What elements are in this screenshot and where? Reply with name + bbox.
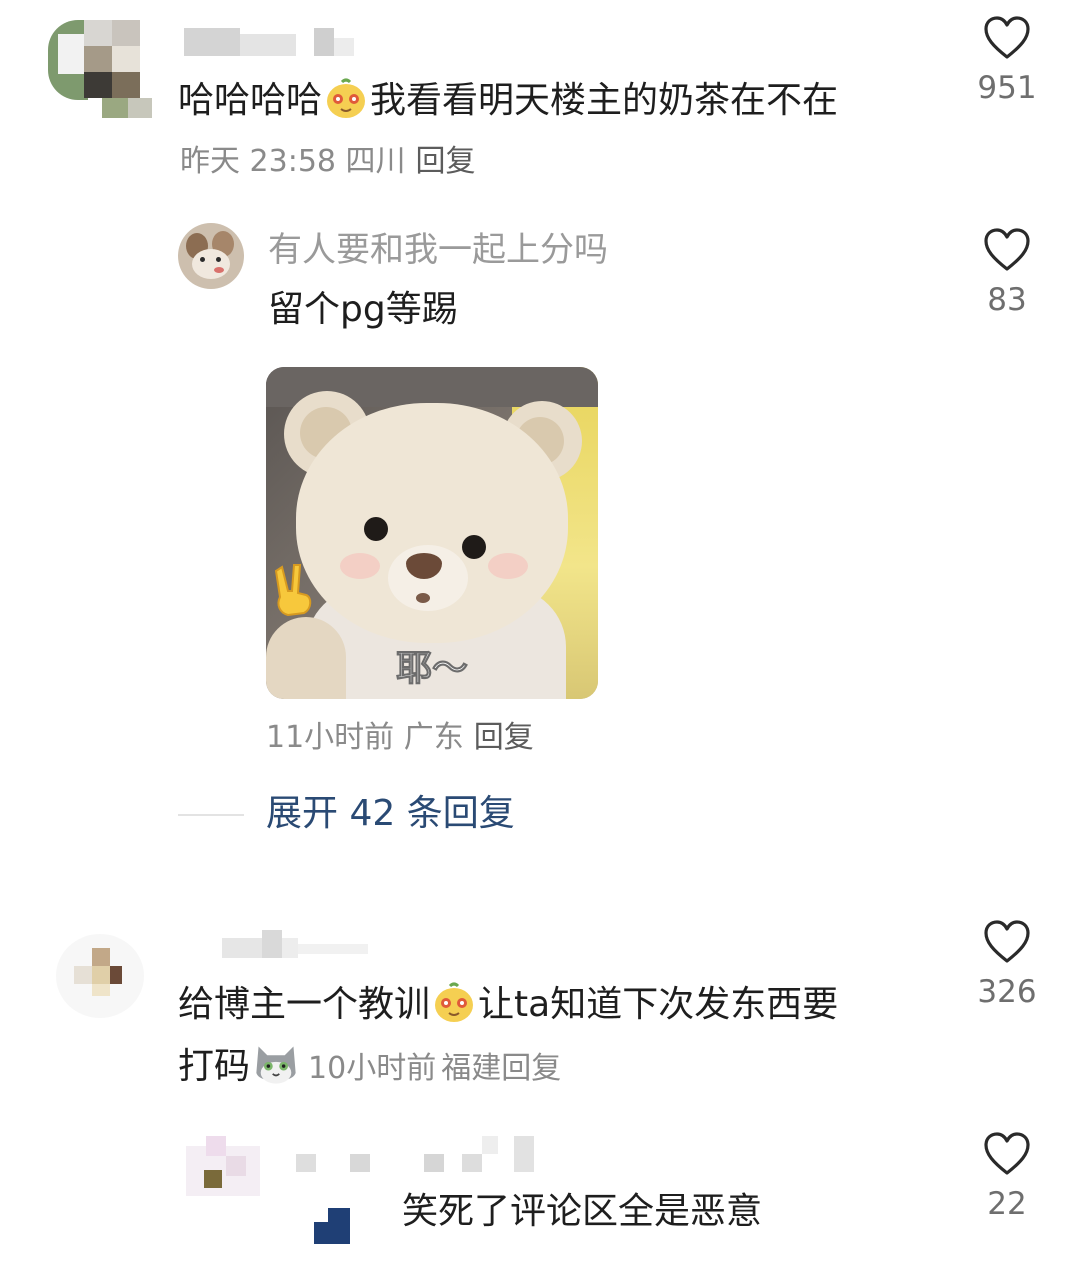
like-button[interactable]: 951 [952, 16, 1062, 106]
username-redacted[interactable] [222, 930, 372, 958]
sticker-caption: 耶～ [395, 648, 468, 689]
victory-hand-emoji [274, 564, 312, 617]
reply-meta: 11小时前 广东 回复 [266, 720, 534, 755]
avatar[interactable] [56, 928, 148, 1020]
bear-face-emoji [435, 982, 474, 1022]
like-count: 22 [987, 1186, 1027, 1222]
avatar[interactable] [178, 223, 244, 289]
avatar[interactable] [44, 14, 152, 122]
reply-text: 留个pg等踢 [268, 289, 458, 330]
comment-text: 笑死了评论区全是恶意 [402, 1191, 763, 1232]
redacted-block [314, 1208, 328, 1222]
like-button[interactable]: 326 [952, 920, 1062, 1010]
reply-button[interactable]: 回复 [416, 144, 476, 179]
heart-icon [984, 920, 1030, 963]
bear-face-emoji [327, 78, 366, 118]
comment-meta: 昨天 23:58 四川 回复 [180, 144, 476, 179]
heart-icon [984, 16, 1030, 59]
username-redacted[interactable] [296, 1136, 536, 1172]
comment-text: 给博主一个教训 让ta知道下次发东西要 [178, 980, 838, 1027]
expand-replies-button[interactable]: 展开 42 条回复 [266, 792, 515, 836]
like-button[interactable]: 83 [952, 228, 1062, 318]
expand-divider [178, 814, 244, 816]
reply-button[interactable]: 回复 [501, 1051, 561, 1086]
like-button[interactable]: 22 [952, 1132, 1062, 1222]
like-count: 83 [987, 282, 1027, 318]
sticker-image[interactable]: 耶～ [266, 367, 598, 699]
avatar[interactable] [186, 1136, 260, 1196]
cat-face-emoji [256, 1046, 296, 1084]
reply-username[interactable]: 有人要和我一起上分吗 [268, 230, 608, 270]
heart-icon [984, 1132, 1030, 1175]
like-count: 326 [977, 974, 1037, 1010]
comment-text: 哈哈哈哈 我看看明天楼主的奶茶在不在 [178, 76, 838, 123]
comment-text-line2: 打码 10小时前 福建回复 [178, 1040, 561, 1089]
username-redacted[interactable] [184, 28, 354, 56]
reply-button[interactable]: 回复 [474, 720, 534, 755]
heart-icon [984, 228, 1030, 271]
like-count: 951 [977, 70, 1037, 106]
